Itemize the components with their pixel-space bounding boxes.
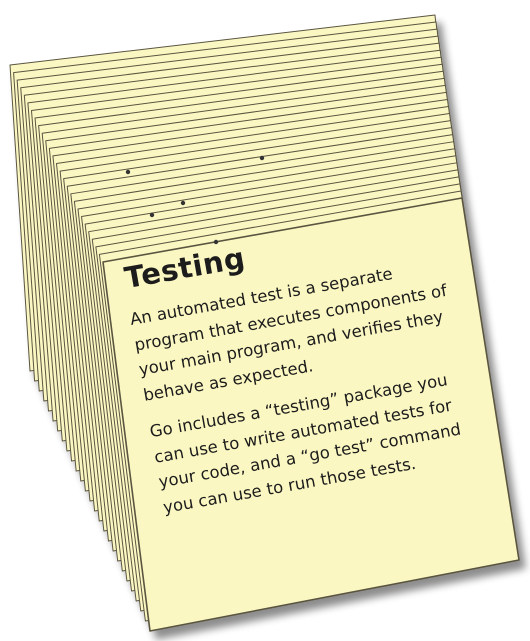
ink-dot	[180, 200, 186, 206]
ink-dot	[213, 239, 219, 245]
ink-dot	[149, 212, 155, 218]
ink-dot	[259, 155, 265, 161]
ink-dot	[125, 169, 131, 175]
